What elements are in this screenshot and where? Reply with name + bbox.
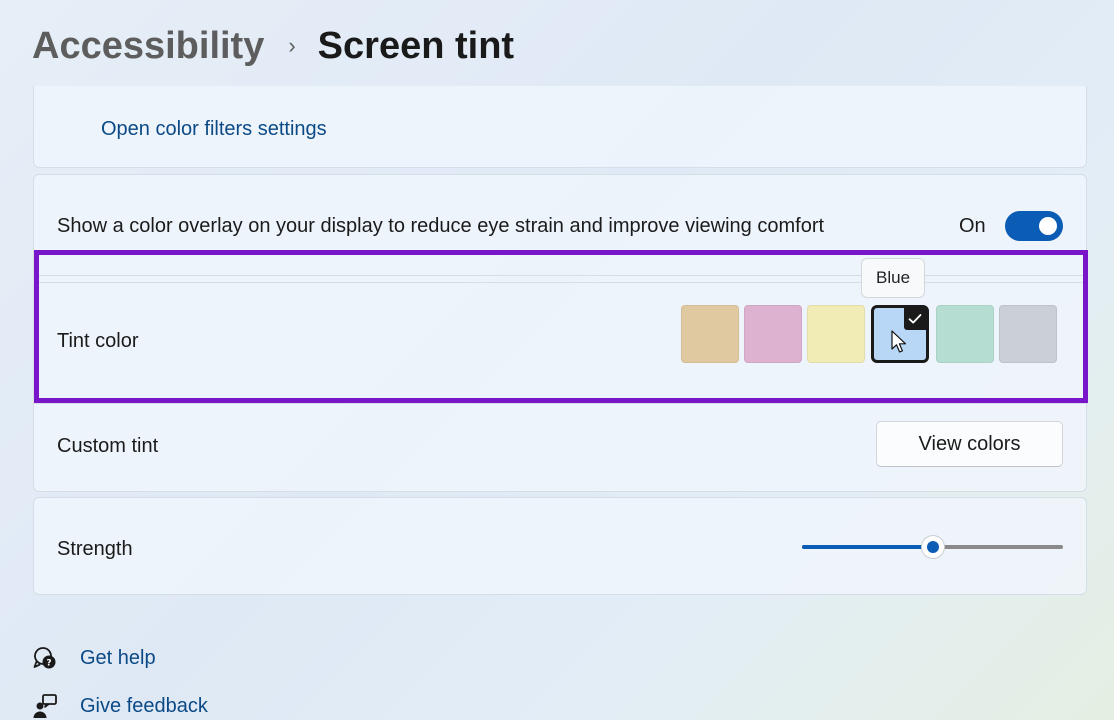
open-color-filters-link[interactable]: Open color filters settings: [101, 118, 327, 141]
strength-label: Strength: [57, 538, 133, 560]
get-help-link[interactable]: ? Get help: [30, 643, 156, 673]
page-title: Screen tint: [317, 24, 515, 67]
overlay-toggle[interactable]: [1005, 211, 1063, 241]
slider-thumb-dot: [926, 541, 939, 553]
slider-thumb[interactable]: [921, 536, 944, 558]
strength-slider[interactable]: [802, 536, 1063, 558]
give-feedback-link[interactable]: Give feedback: [30, 691, 208, 720]
screen-tint-card: Show a color overlay on your display to …: [33, 174, 1088, 492]
breadcrumb-parent[interactable]: Accessibility: [32, 25, 264, 68]
breadcrumb: Accessibility › Screen tint: [32, 20, 514, 72]
custom-tint-label: Custom tint: [57, 435, 159, 457]
color-filters-card: Open color filters settings: [33, 86, 1087, 168]
overlay-description: Show a color overlay on your display to …: [57, 215, 825, 237]
feedback-icon: [30, 691, 60, 720]
view-colors-button[interactable]: View colors: [876, 421, 1063, 467]
get-help-label: Get help: [80, 646, 156, 669]
divider: [34, 403, 1086, 404]
toggle-state-label: On: [959, 215, 986, 237]
highlight-frame: [34, 250, 1088, 403]
help-icon: ?: [30, 643, 60, 673]
strength-card: Strength: [33, 497, 1087, 595]
toggle-knob: [1039, 217, 1057, 235]
svg-text:?: ?: [46, 659, 51, 669]
slider-fill: [802, 545, 933, 549]
give-feedback-label: Give feedback: [80, 694, 208, 717]
breadcrumb-separator: ›: [288, 33, 296, 58]
